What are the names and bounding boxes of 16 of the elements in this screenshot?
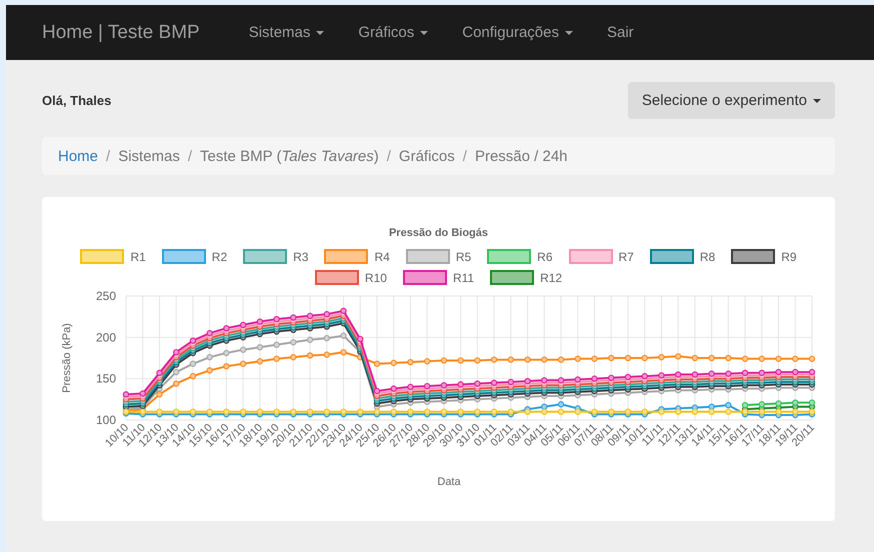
breadcrumb-item: Pressão / 24h (474, 148, 568, 164)
x-axis-title: Data (437, 476, 461, 488)
chart-title: Pressão do Biogás (388, 227, 488, 239)
y-axis-title: Pressão (kPa) (61, 323, 73, 393)
breadcrumb-item: Gráficos (398, 148, 455, 164)
breadcrumb-item: Teste BMP (Tales Tavares) (200, 148, 379, 164)
breadcrumb-separator: / (386, 148, 392, 164)
breadcrumb-separator: / (186, 148, 194, 164)
breadcrumb-separator: / (105, 148, 112, 164)
y-tick-label: 100 (96, 413, 116, 427)
breadcrumb-item: Sistemas (118, 148, 180, 164)
y-tick-label: 250 (96, 289, 116, 303)
greeting-text: Olá, Thales (42, 93, 112, 108)
breadcrumb-separator: / (462, 148, 468, 164)
y-tick-label: 200 (96, 330, 116, 344)
y-tick-label: 150 (96, 372, 116, 386)
